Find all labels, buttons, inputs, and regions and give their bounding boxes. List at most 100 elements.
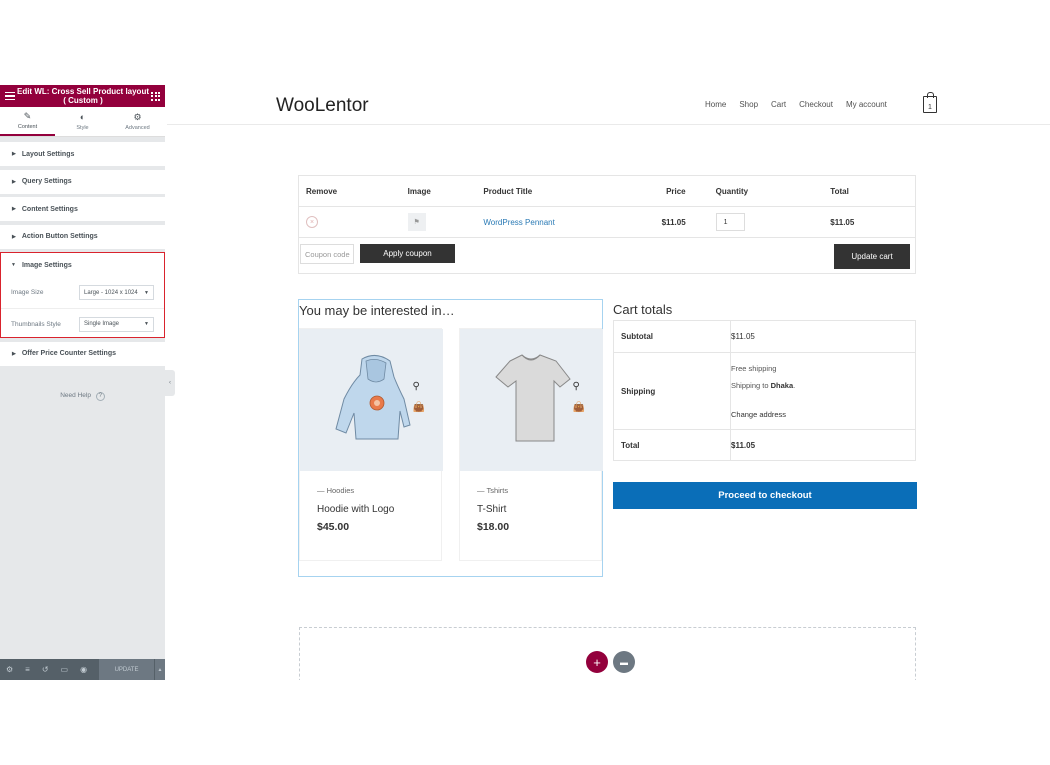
shipping-label: Shipping — [621, 387, 656, 396]
tab-advanced[interactable]: ⚙ Advanced — [110, 107, 165, 136]
section-label: Image Settings — [21, 261, 72, 269]
coupon-code-input[interactable]: Coupon code — [300, 244, 354, 264]
widgets-grid-icon[interactable] — [151, 91, 160, 101]
col-image: Image — [407, 186, 431, 196]
chevron-down-icon: ▼ — [144, 321, 149, 327]
col-remove: Remove — [306, 186, 338, 196]
totals-table: Subtotal $11.05 Shipping Free shipping S… — [613, 320, 916, 461]
nav-item-shop[interactable]: Shop — [739, 100, 758, 109]
cross-sell-widget[interactable]: You may be interested in… ⚲ 👜 — Hoodies … — [298, 299, 603, 577]
menu-icon[interactable] — [5, 91, 15, 101]
caret-down-icon: ▼ — [11, 262, 16, 268]
cart-bag-icon[interactable]: 1 — [923, 92, 937, 113]
add-section-icon[interactable]: + — [586, 651, 608, 673]
tab-content[interactable]: ✎ Content — [0, 107, 55, 136]
tab-style[interactable]: ◐ Style — [55, 107, 110, 136]
zoom-icon[interactable]: ⚲ — [573, 381, 585, 392]
product-link[interactable]: WordPress Pennant — [478, 218, 627, 227]
product-category[interactable]: — Tshirts — [477, 486, 508, 495]
section-image-settings: ▼ Image Settings Image Size Large - 1024… — [0, 252, 165, 338]
chevron-up-icon[interactable]: ▲ — [153, 659, 165, 680]
zoom-icon[interactable]: ⚲ — [413, 381, 425, 392]
col-quantity: Quantity — [715, 186, 749, 196]
page-bottom-blank — [167, 680, 1050, 765]
product-price: $18.00 — [477, 521, 510, 533]
section-offer-price-counter[interactable]: ▶ Offer Price Counter Settings — [0, 341, 165, 366]
product-thumbnail[interactable]: ⚑ — [407, 213, 426, 231]
main-nav: Home Shop Cart Checkout My account — [705, 100, 887, 109]
section-action-button-settings[interactable]: ▶ Action Button Settings — [0, 224, 165, 249]
section-label: Content Settings — [21, 205, 78, 213]
add-section-area: + ▬ — [299, 627, 916, 687]
nav-item-home[interactable]: Home — [705, 100, 726, 109]
panel-header: Edit WL: Cross Sell Product layout ( Cus… — [0, 85, 165, 107]
product-price: $45.00 — [317, 521, 350, 533]
product-card[interactable]: ⚲ 👜 — Tshirts T-Shirt $18.00 — [459, 328, 603, 561]
add-to-cart-icon[interactable]: 👜 — [413, 402, 425, 413]
site-logo[interactable]: WooLentor — [276, 95, 369, 117]
nav-item-my-account[interactable]: My account — [846, 100, 887, 109]
section-query-settings[interactable]: ▶ Query Settings — [0, 169, 165, 194]
section-label: Action Button Settings — [21, 233, 98, 240]
product-actions: ⚲ 👜 — [413, 381, 425, 413]
thumbnails-style-select[interactable]: Single Image ▼ — [79, 316, 154, 332]
contrast-icon: ◐ — [79, 111, 86, 122]
settings-icon[interactable]: ⚙ — [6, 665, 13, 674]
nav-item-cart[interactable]: Cart — [771, 100, 786, 109]
proceed-to-checkout-button[interactable]: Proceed to checkout — [613, 482, 917, 509]
remove-item-icon[interactable]: × — [306, 216, 318, 228]
apply-coupon-button[interactable]: Apply coupon — [360, 244, 455, 263]
folder-icon[interactable]: ▬ — [613, 651, 635, 673]
section-content-settings[interactable]: ▶ Content Settings — [0, 197, 165, 221]
navigator-icon[interactable]: ≡ — [25, 665, 30, 674]
quantity-input[interactable]: 1 — [715, 213, 745, 231]
image-size-control: Image Size Large - 1024 x 1024 ▼ — [1, 277, 164, 308]
tab-label: Advanced — [125, 124, 150, 131]
image-size-select[interactable]: Large - 1024 x 1024 ▼ — [79, 285, 154, 300]
thumbnails-style-label: Thumbnails Style — [11, 320, 61, 328]
total-label: Total — [621, 441, 640, 450]
cart-table: Remove Image Product Title Price Quantit… — [298, 175, 916, 274]
need-help-link[interactable]: Need Help ? — [0, 392, 165, 401]
subtotal-row: Subtotal $11.05 — [614, 321, 915, 353]
product-image[interactable]: ⚲ 👜 — [300, 329, 443, 471]
update-cart-button[interactable]: Update cart — [834, 244, 910, 269]
nav-item-checkout[interactable]: Checkout — [799, 100, 833, 109]
change-address-link[interactable]: Change address — [731, 410, 786, 419]
caret-right-icon: ▶ — [12, 151, 16, 157]
history-icon[interactable]: ↺ — [42, 665, 49, 674]
product-card[interactable]: ⚲ 👜 — Hoodies Hoodie with Logo $45.00 — [299, 328, 443, 561]
caret-right-icon: ▶ — [12, 350, 16, 357]
image-settings-header[interactable]: ▼ Image Settings — [1, 253, 164, 277]
table-header: Remove Image Product Title Price Quantit… — [299, 176, 915, 207]
remove-cell: × — [299, 216, 399, 228]
panel-footer: ⚙ ≡ ↺ ▭ ◉ UPDATE ▲ — [0, 659, 165, 680]
section-layout-settings[interactable]: ▶ Layout Settings — [0, 142, 165, 166]
select-value: Large - 1024 x 1024 — [84, 289, 138, 296]
cart-totals-heading: Cart totals — [613, 302, 673, 317]
caret-right-icon: ▶ — [12, 206, 16, 212]
cart-totals: Cart totals Subtotal $11.05 Shipping Fre… — [613, 299, 917, 509]
thumbnails-style-control: Thumbnails Style Single Image ▼ — [1, 308, 164, 339]
preview-eye-icon[interactable]: ◉ — [80, 665, 87, 674]
product-name[interactable]: T-Shirt — [477, 504, 506, 515]
responsive-icon[interactable]: ▭ — [61, 665, 69, 674]
need-help-label: Need Help — [60, 392, 91, 399]
product-category[interactable]: — Hoodies — [317, 486, 354, 495]
update-button[interactable]: UPDATE — [99, 659, 154, 680]
total-row: Total $11.05 — [614, 430, 915, 462]
shipping-method: Free shipping — [731, 364, 777, 373]
shipping-row: Shipping Free shipping Shipping to Dhaka… — [614, 353, 915, 430]
chevron-down-icon: ▼ — [144, 289, 149, 296]
product-total: $11.05 — [830, 217, 855, 227]
subtotal-value: $11.05 — [731, 332, 755, 341]
quantity-cell: 1 — [686, 213, 811, 231]
add-to-cart-icon[interactable]: 👜 — [573, 402, 585, 413]
collapse-panel-icon[interactable]: ‹ — [165, 370, 175, 396]
image-cell: ⚑ — [399, 213, 479, 231]
help-icon: ? — [95, 392, 105, 401]
product-image[interactable]: ⚲ 👜 — [460, 329, 603, 471]
cross-sell-heading: You may be interested in… — [299, 303, 455, 318]
gear-icon: ⚙ — [133, 111, 142, 122]
product-name[interactable]: Hoodie with Logo — [317, 504, 394, 515]
